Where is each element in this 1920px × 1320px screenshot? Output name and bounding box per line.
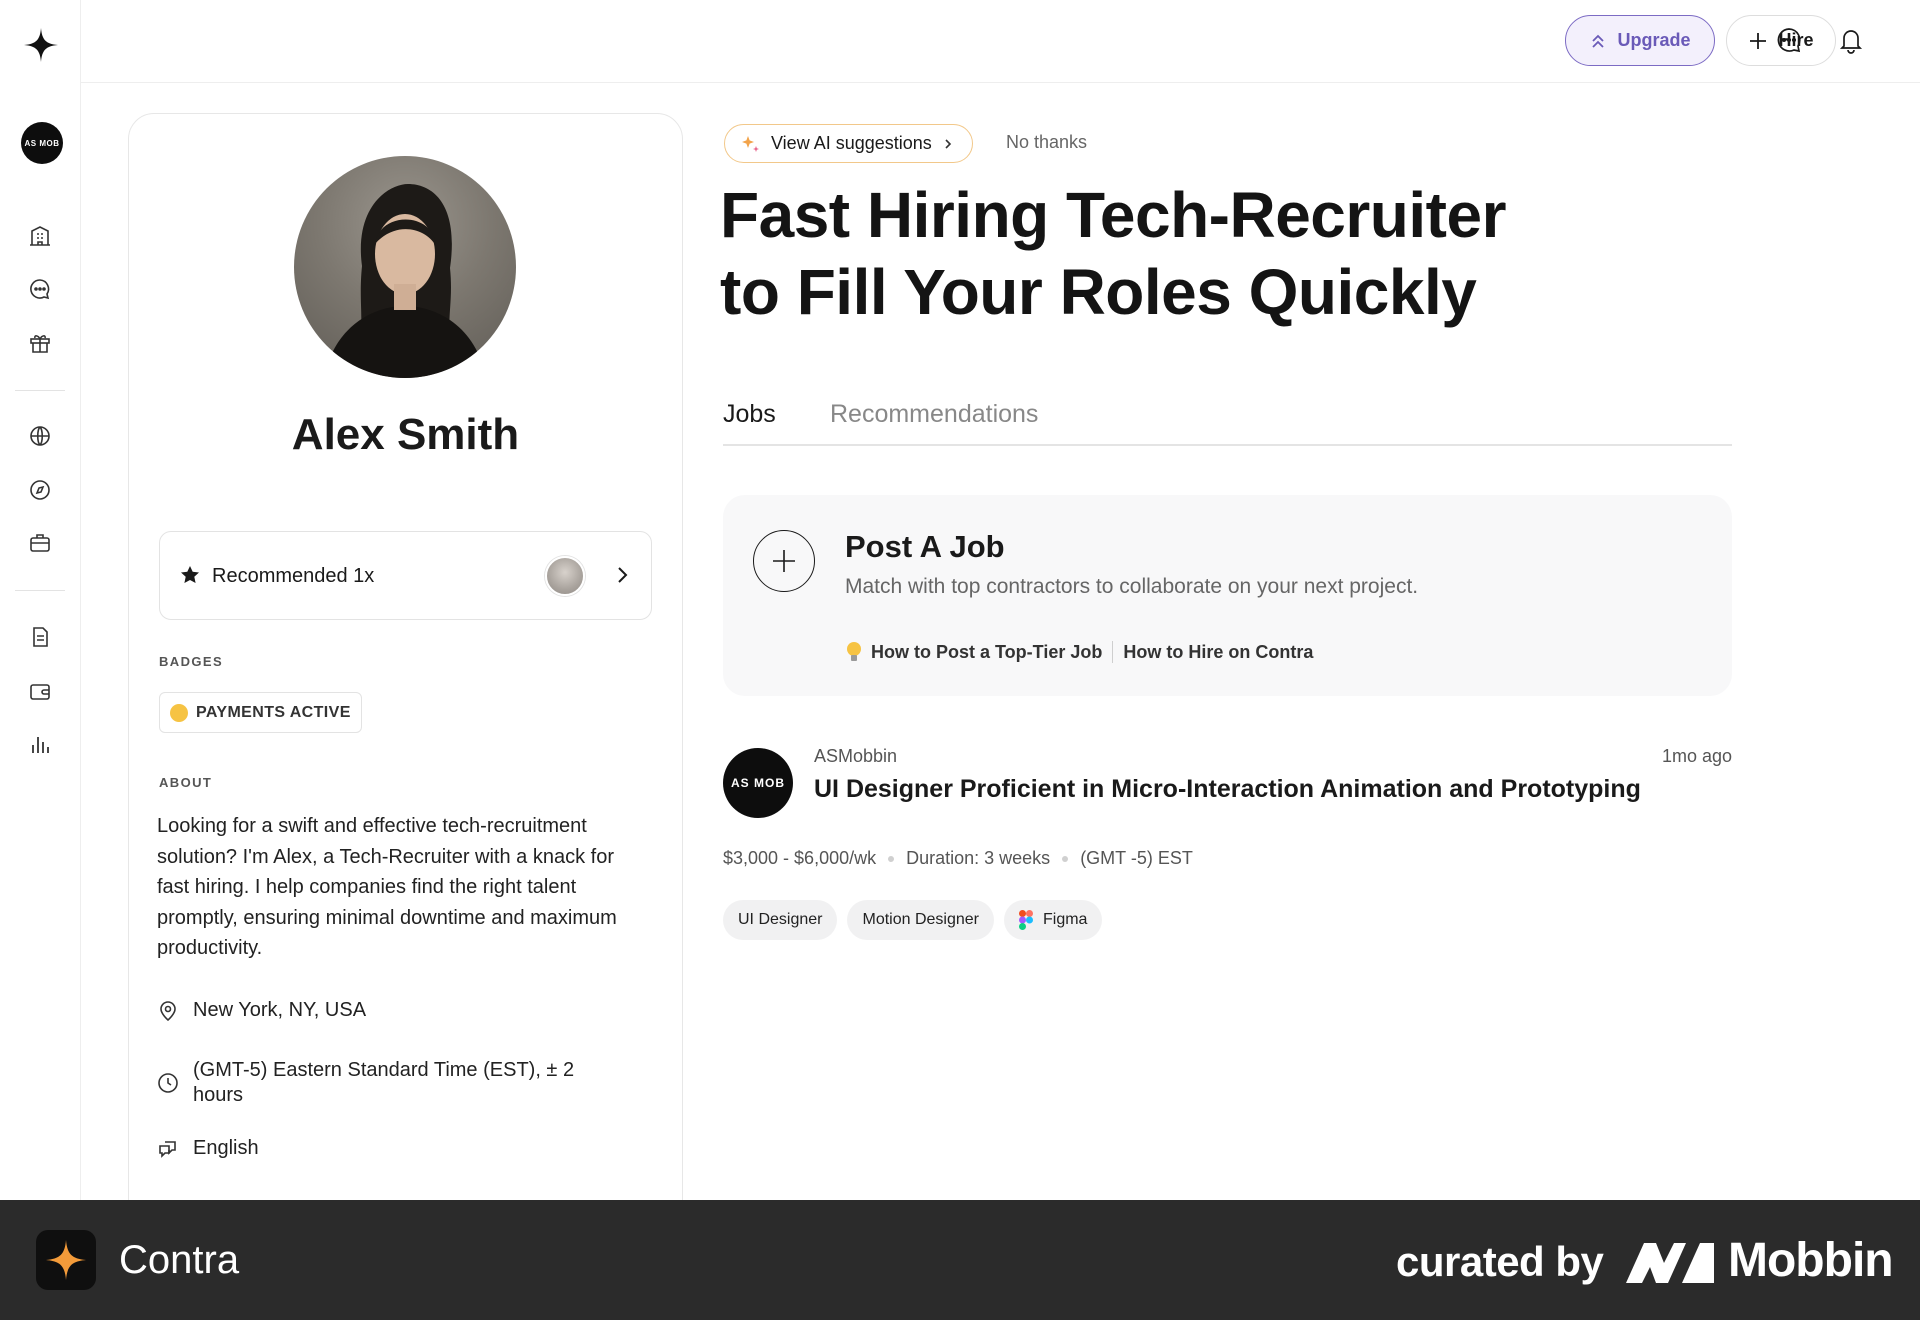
about-text: Looking for a swift and effective tech-r… <box>157 815 617 959</box>
job-tags: UI Designer Motion Designer Figma <box>723 900 1103 940</box>
star-icon <box>181 566 199 583</box>
how-to-hire-link[interactable]: How to Hire on Contra <box>1123 642 1313 663</box>
curated-by-text: curated by <box>1396 1238 1604 1285</box>
meta-separator <box>888 855 895 862</box>
post-job-title: Post A Job <box>845 529 1005 564</box>
job-listing[interactable]: AS MOB ASMobbin 1mo ago UI Designer Prof… <box>723 742 1732 962</box>
rail-divider <box>15 590 65 591</box>
location-row: New York, NY, USA <box>157 998 366 1023</box>
headline-line-2: to Fill Your Roles Quickly <box>720 256 1477 328</box>
company-name[interactable]: ASMobbin <box>814 746 897 767</box>
mobbin-logo-icon <box>1626 1242 1714 1283</box>
badge-label: PAYMENTS ACTIVE <box>196 703 351 721</box>
bell-icon[interactable] <box>1836 25 1866 55</box>
profile-card: Alex Smith Recommended 1x BADGES PAYMENT… <box>128 113 683 1233</box>
job-timezone: (GMT -5) EST <box>1080 848 1193 868</box>
about-heading: ABOUT <box>159 775 213 790</box>
badges-heading: BADGES <box>159 654 224 669</box>
location-pin-icon <box>160 1001 176 1022</box>
job-rate: $3,000 - $6,000/wk <box>723 848 877 868</box>
tab-recommendations[interactable]: Recommendations <box>830 400 1038 429</box>
timezone-row: (GMT-5) Eastern Standard Time (EST), ± 2… <box>157 1058 597 1108</box>
document-icon[interactable] <box>28 625 52 649</box>
location-text: New York, NY, USA <box>193 999 367 1021</box>
footer-banner: Contra curated by Mobbin <box>0 1200 1920 1320</box>
headline-line-1: Fast Hiring Tech-Recruiter <box>720 179 1506 251</box>
money-face-icon <box>170 703 188 722</box>
company-logo: AS MOB <box>723 748 793 818</box>
post-job-card[interactable]: Post A Job Match with top contractors to… <box>723 495 1732 696</box>
upgrade-button[interactable]: Upgrade <box>1565 15 1715 66</box>
plus-icon <box>773 550 795 572</box>
tag-label: Figma <box>1042 911 1088 928</box>
tag-label: Motion Designer <box>862 911 979 928</box>
footer-app-name: Contra <box>119 1238 240 1282</box>
compass-icon[interactable] <box>28 478 52 502</box>
view-ai-suggestions-button[interactable]: View AI suggestions <box>724 124 973 163</box>
recommended-label: Recommended 1x <box>212 565 375 587</box>
post-top-tier-job-link[interactable]: How to Post a Top-Tier Job <box>871 642 1102 663</box>
tab-jobs[interactable]: Jobs <box>723 400 776 429</box>
timezone-text: (GMT-5) Eastern Standard Time (EST), ± 2… <box>193 1059 575 1106</box>
recommendations-card[interactable]: Recommended 1x <box>159 531 652 620</box>
left-nav-rail: AS MOB <box>0 0 81 1200</box>
job-duration: Duration: 3 weeks <box>906 848 1051 868</box>
contra-logo-icon[interactable] <box>24 28 58 62</box>
sparkles-icon <box>742 135 759 152</box>
job-meta: $3,000 - $6,000/wk Duration: 3 weeks (GM… <box>723 848 1193 869</box>
post-job-subtitle: Match with top contractors to collaborat… <box>845 575 1419 598</box>
chart-icon[interactable] <box>28 732 52 756</box>
rail-divider <box>15 390 65 391</box>
contra-app-icon <box>36 1230 96 1290</box>
speech-bubbles-icon <box>159 1141 176 1158</box>
tag-label: UI Designer <box>738 911 823 928</box>
plus-icon <box>1750 32 1767 49</box>
language-text: English <box>193 1137 259 1159</box>
chevron-right-icon <box>618 567 628 583</box>
company-logo-text: AS MOB <box>731 776 785 790</box>
mobbin-brand: Mobbin <box>1626 1233 1894 1288</box>
upgrade-label: Upgrade <box>1617 30 1691 50</box>
tag-figma[interactable]: Figma <box>1003 900 1103 940</box>
clock-icon <box>158 1073 178 1093</box>
top-bar: Upgrade Hire <box>81 0 1920 83</box>
tag-motion-designer[interactable]: Motion Designer <box>847 900 994 940</box>
figma-icon <box>1018 910 1033 930</box>
person-photo-icon <box>324 184 486 378</box>
link-divider <box>1112 641 1114 663</box>
mobbin-brand-name: Mobbin <box>1728 1234 1894 1287</box>
language-row: English <box>157 1136 259 1161</box>
job-title[interactable]: UI Designer Proficient in Micro-Interact… <box>814 775 1641 804</box>
chevron-right-icon <box>945 138 951 149</box>
wallet-icon[interactable] <box>28 679 52 703</box>
profile-name: Alex Smith <box>291 410 520 459</box>
globe-icon[interactable] <box>28 424 52 448</box>
double-chevron-up-icon <box>1592 34 1605 48</box>
gift-icon[interactable] <box>28 331 52 355</box>
add-job-button[interactable] <box>753 530 815 592</box>
tag-ui-designer[interactable]: UI Designer <box>723 900 838 940</box>
org-avatar-text: AS MOB <box>24 138 60 148</box>
org-avatar[interactable]: AS MOB <box>21 122 63 164</box>
post-job-help-links: How to Post a Top-Tier Job How to Hire o… <box>845 641 1313 663</box>
page-headline: Fast Hiring Tech-Recruiter to Fill Your … <box>720 177 1620 331</box>
no-thanks-link[interactable]: No thanks <box>1006 132 1087 153</box>
posted-time: 1mo ago <box>1661 746 1732 766</box>
lightbulb-icon <box>847 642 861 661</box>
profile-avatar <box>294 156 516 378</box>
messages-icon[interactable] <box>1774 25 1804 55</box>
profile-tabs: Jobs Recommendations <box>723 394 1732 446</box>
recommender-avatar <box>545 556 585 596</box>
chat-icon[interactable] <box>28 277 52 301</box>
ai-suggestions-label: View AI suggestions <box>771 133 932 153</box>
briefcase-icon[interactable] <box>28 531 52 555</box>
building-icon[interactable] <box>28 224 52 248</box>
payments-active-badge: PAYMENTS ACTIVE <box>159 692 362 733</box>
meta-separator <box>1062 855 1069 862</box>
